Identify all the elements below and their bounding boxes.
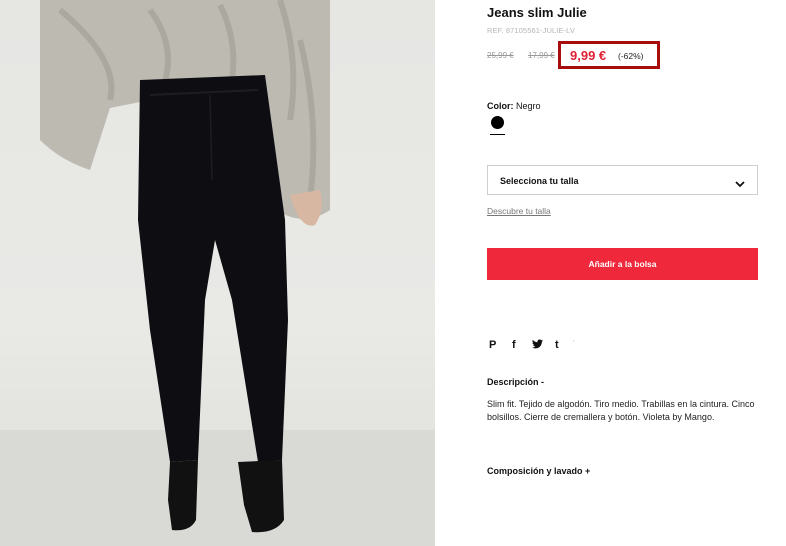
- price-original: 25,99 €: [487, 51, 514, 60]
- price-previous: 17,99 €: [528, 51, 555, 60]
- price-highlight: 9,99 € (-62%): [558, 41, 660, 69]
- color-swatch-black[interactable]: [491, 116, 504, 129]
- composition-toggle[interactable]: +: [585, 466, 590, 476]
- price-current: 9,99 €: [570, 48, 607, 63]
- size-select[interactable]: Selecciona tu talla: [487, 165, 758, 195]
- size-guide-link[interactable]: Descubre tu talla: [487, 206, 551, 216]
- product-title: Jeans slim Julie: [487, 5, 587, 20]
- pinterest-icon[interactable]: P: [489, 339, 496, 351]
- composition-heading-text: Composición y lavado: [487, 466, 583, 476]
- product-image[interactable]: [0, 0, 435, 546]
- chevron-down-icon: [735, 175, 745, 193]
- tumblr-icon[interactable]: t: [555, 339, 559, 351]
- composition-heading[interactable]: Composición y lavado +: [487, 466, 590, 476]
- description-heading-text: Descripción: [487, 377, 539, 387]
- discount-badge: (-62%): [618, 51, 644, 61]
- color-value: Negro: [516, 101, 541, 111]
- color-label-key: Color:: [487, 101, 514, 111]
- twitter-icon[interactable]: [532, 339, 543, 352]
- description-text: Slim fit. Tejido de algodón. Tiro medio.…: [487, 399, 755, 422]
- swatch-selected-indicator: [490, 134, 505, 135]
- more-share-indicator: ': [573, 339, 575, 348]
- description-heading[interactable]: Descripción -: [487, 377, 544, 387]
- color-label: Color: Negro: [487, 101, 541, 111]
- add-to-bag-button[interactable]: Añadir a la bolsa: [487, 248, 758, 280]
- size-select-label: Selecciona tu talla: [500, 176, 579, 186]
- description-toggle[interactable]: -: [541, 377, 544, 387]
- facebook-icon[interactable]: f: [512, 339, 516, 351]
- product-ref: REF. 87105561-JULIE-LV: [487, 26, 575, 35]
